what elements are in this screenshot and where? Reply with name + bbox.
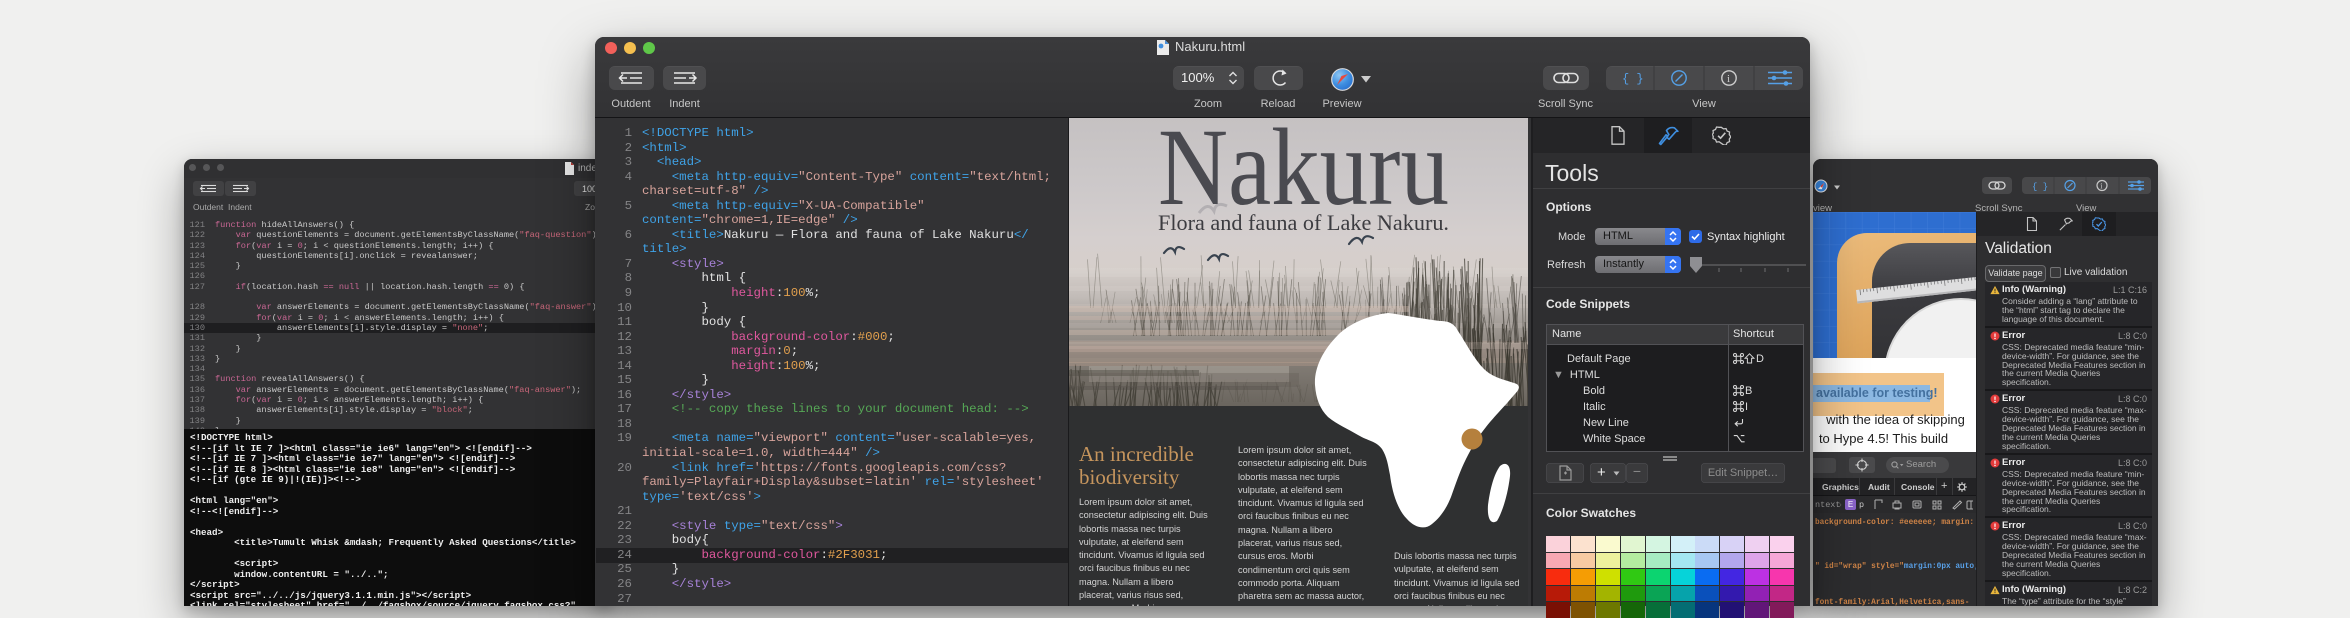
svg-text:{ }: { } bbox=[1622, 72, 1644, 86]
svg-text:Flora and fauna of Lake Nakuru: Flora and fauna of Lake Nakuru. bbox=[1158, 210, 1449, 235]
svg-text:i: i bbox=[2100, 182, 2103, 191]
svg-text:i: i bbox=[1727, 73, 1730, 85]
svg-text:{ }: { } bbox=[2032, 182, 2048, 192]
